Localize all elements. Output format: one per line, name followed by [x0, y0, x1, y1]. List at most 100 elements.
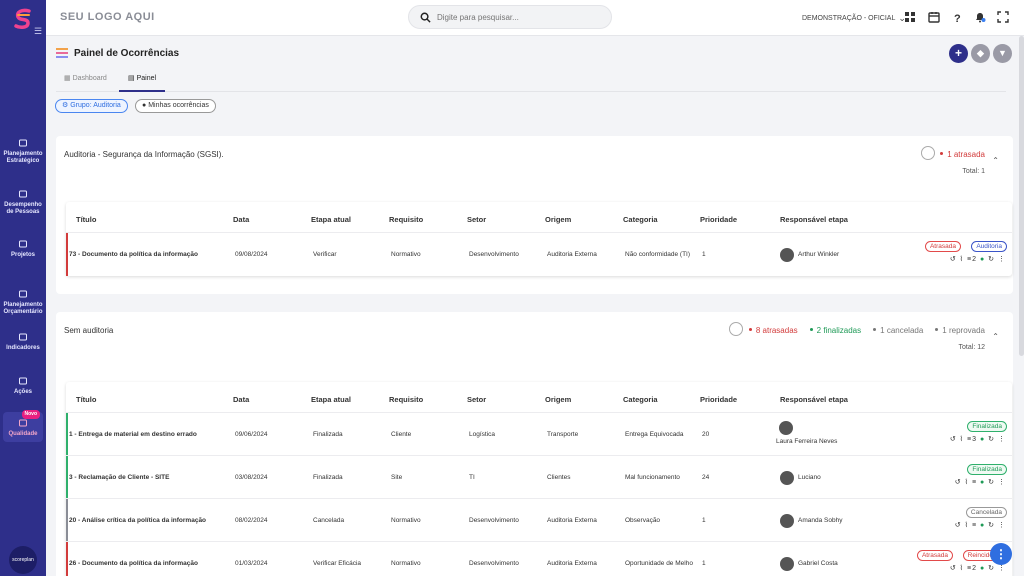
attachment-icon[interactable]: ⌇: [965, 479, 969, 486]
sidebar-item-6[interactable]: Qualidade Novo: [3, 410, 43, 442]
sidebar-item-0[interactable]: Planejamento Estratégico: [0, 138, 46, 165]
attachment-icon[interactable]: ⌇: [965, 522, 969, 529]
tab-painel[interactable]: ▤ Painel: [128, 74, 156, 82]
grid-layout-icon[interactable]: [904, 11, 916, 23]
calendar-icon[interactable]: [928, 11, 940, 23]
environment-label: DEMONSTRAÇÃO - OFICIAL: [802, 15, 896, 22]
column-header[interactable]: Requisito: [389, 215, 423, 224]
info-icon[interactable]: ●: [980, 479, 985, 486]
status-tag: Auditoria: [971, 241, 1007, 252]
add-button[interactable]: +: [949, 44, 968, 63]
info-icon[interactable]: ●: [980, 522, 985, 529]
column-header[interactable]: Setor: [467, 395, 486, 404]
environment-selector[interactable]: DEMONSTRAÇÃO - OFICIAL ⌄: [802, 13, 906, 24]
briefcase-icon: [19, 240, 27, 248]
help-icon[interactable]: ?: [951, 11, 963, 23]
column-header[interactable]: Título: [76, 395, 96, 404]
history-icon[interactable]: ↺: [955, 522, 962, 529]
refresh-icon[interactable]: ↻: [988, 256, 995, 263]
more-actions-fab[interactable]: ⋮: [990, 543, 1012, 565]
trend-chart-icon[interactable]: [921, 146, 935, 160]
attachment-icon[interactable]: ⌇: [960, 436, 964, 443]
search-box[interactable]: [408, 5, 612, 29]
sidebar-item-2[interactable]: Projetos: [0, 239, 46, 259]
history-icon[interactable]: ↺: [950, 436, 957, 443]
tab-dashboard[interactable]: ▦ Dashboard: [64, 74, 107, 82]
filter-button[interactable]: ▼: [993, 44, 1012, 63]
table-row[interactable]: 3 - Reclamação de Cliente - SITE 03/08/20…: [66, 455, 1012, 498]
fullscreen-icon[interactable]: [997, 11, 1009, 23]
column-header[interactable]: Etapa atual: [311, 395, 351, 404]
kebab-menu-icon[interactable]: ⋮: [998, 565, 1006, 572]
refresh-icon[interactable]: ↻: [988, 522, 995, 529]
column-header[interactable]: Título: [76, 215, 96, 224]
refresh-icon[interactable]: ↻: [988, 479, 995, 486]
list-count-icon[interactable]: ≡2: [967, 256, 977, 263]
column-header[interactable]: Origem: [545, 215, 571, 224]
kebab-menu-icon[interactable]: ⋮: [998, 256, 1006, 263]
info-icon[interactable]: ●: [980, 436, 985, 443]
column-header[interactable]: Categoria: [623, 395, 658, 404]
kebab-menu-icon[interactable]: ⋮: [998, 522, 1006, 529]
cell-setor: Desenvolvimento: [469, 560, 519, 567]
my-occurrences-chip[interactable]: ● Minhas ocorrências: [135, 99, 216, 113]
column-header[interactable]: Requisito: [389, 395, 423, 404]
table-row[interactable]: 20 - Análise crítica da política da info…: [66, 498, 1012, 541]
group-total: Total: 1: [962, 168, 985, 175]
info-icon[interactable]: ●: [980, 256, 985, 263]
cell-setor: Desenvolvimento: [469, 517, 519, 524]
refresh-icon[interactable]: ↻: [988, 436, 995, 443]
list-count-icon[interactable]: ≡: [972, 479, 977, 486]
tag-filter-button[interactable]: ◆: [971, 44, 990, 63]
handshake-icon: [19, 190, 27, 198]
cell-data: 08/02/2024: [235, 517, 268, 524]
list-count-icon[interactable]: ≡3: [967, 436, 977, 443]
list-count-icon[interactable]: ≡2: [967, 565, 977, 572]
table-row[interactable]: 1 - Entrega de material em destino errad…: [66, 412, 1012, 455]
column-header[interactable]: Responsável etapa: [780, 395, 848, 404]
table-row[interactable]: 73 - Documento da política da informação…: [66, 232, 1012, 276]
table-row[interactable]: 26 - Documento da política da informação…: [66, 541, 1012, 576]
notification-bell-icon[interactable]: [974, 11, 986, 23]
cell-etapa: Finalizada: [313, 474, 343, 481]
sidebar-item-5[interactable]: Ações: [0, 376, 46, 396]
sidebar-item-4[interactable]: Indicadores: [0, 332, 46, 352]
column-header[interactable]: Setor: [467, 215, 486, 224]
sidebar-item-1[interactable]: Desempenho de Pessoas: [0, 189, 46, 216]
history-icon[interactable]: ↺: [955, 479, 962, 486]
menu-toggle-icon[interactable]: ☰: [34, 26, 42, 37]
attachment-icon[interactable]: ⌇: [960, 565, 964, 572]
refresh-icon[interactable]: ↻: [988, 565, 995, 572]
topbar: SEU LOGO AQUI DEMONSTRAÇÃO - OFICIAL⌄ ?: [46, 0, 1024, 36]
cell-responsavel: Luciano: [798, 474, 821, 481]
column-header[interactable]: Responsável etapa: [780, 215, 848, 224]
group-filter-chip[interactable]: ⚙ Grupo: Auditoria: [55, 99, 128, 113]
column-header[interactable]: Etapa atual: [311, 215, 351, 224]
history-icon[interactable]: ↺: [950, 565, 957, 572]
scrollbar[interactable]: [1019, 36, 1024, 356]
column-header[interactable]: Origem: [545, 395, 571, 404]
collapse-chevron-icon[interactable]: ⌃: [992, 156, 999, 165]
column-header[interactable]: Data: [233, 395, 249, 404]
column-header[interactable]: Categoria: [623, 215, 658, 224]
column-header[interactable]: Data: [233, 215, 249, 224]
row-actions: ↺ ⌇ ≡ ● ↻ ⋮: [955, 478, 1006, 486]
sidebar-item-label: Projetos: [10, 252, 35, 258]
column-header[interactable]: Prioridade: [700, 395, 737, 404]
table-icon: ▤: [128, 75, 135, 82]
column-header[interactable]: Prioridade: [700, 215, 737, 224]
collapse-chevron-icon[interactable]: ⌃: [992, 332, 999, 341]
search-input[interactable]: [437, 10, 597, 25]
list-count-icon[interactable]: ≡: [972, 522, 977, 529]
info-icon[interactable]: ●: [980, 565, 985, 572]
kebab-menu-icon[interactable]: ⋮: [998, 436, 1006, 443]
trend-chart-icon[interactable]: [729, 322, 743, 336]
history-icon[interactable]: ↺: [950, 256, 957, 263]
cell-origem: Auditoria Externa: [547, 517, 597, 524]
attachment-icon[interactable]: ⌇: [960, 256, 964, 263]
group-stat: 2 finalizadas: [809, 326, 861, 335]
sidebar-item-3[interactable]: Planejamento Orçamentário: [0, 289, 46, 316]
kebab-menu-icon[interactable]: ⋮: [998, 479, 1006, 486]
app-logo-icon[interactable]: [10, 6, 36, 32]
status-tag: Atrasada: [924, 241, 961, 252]
